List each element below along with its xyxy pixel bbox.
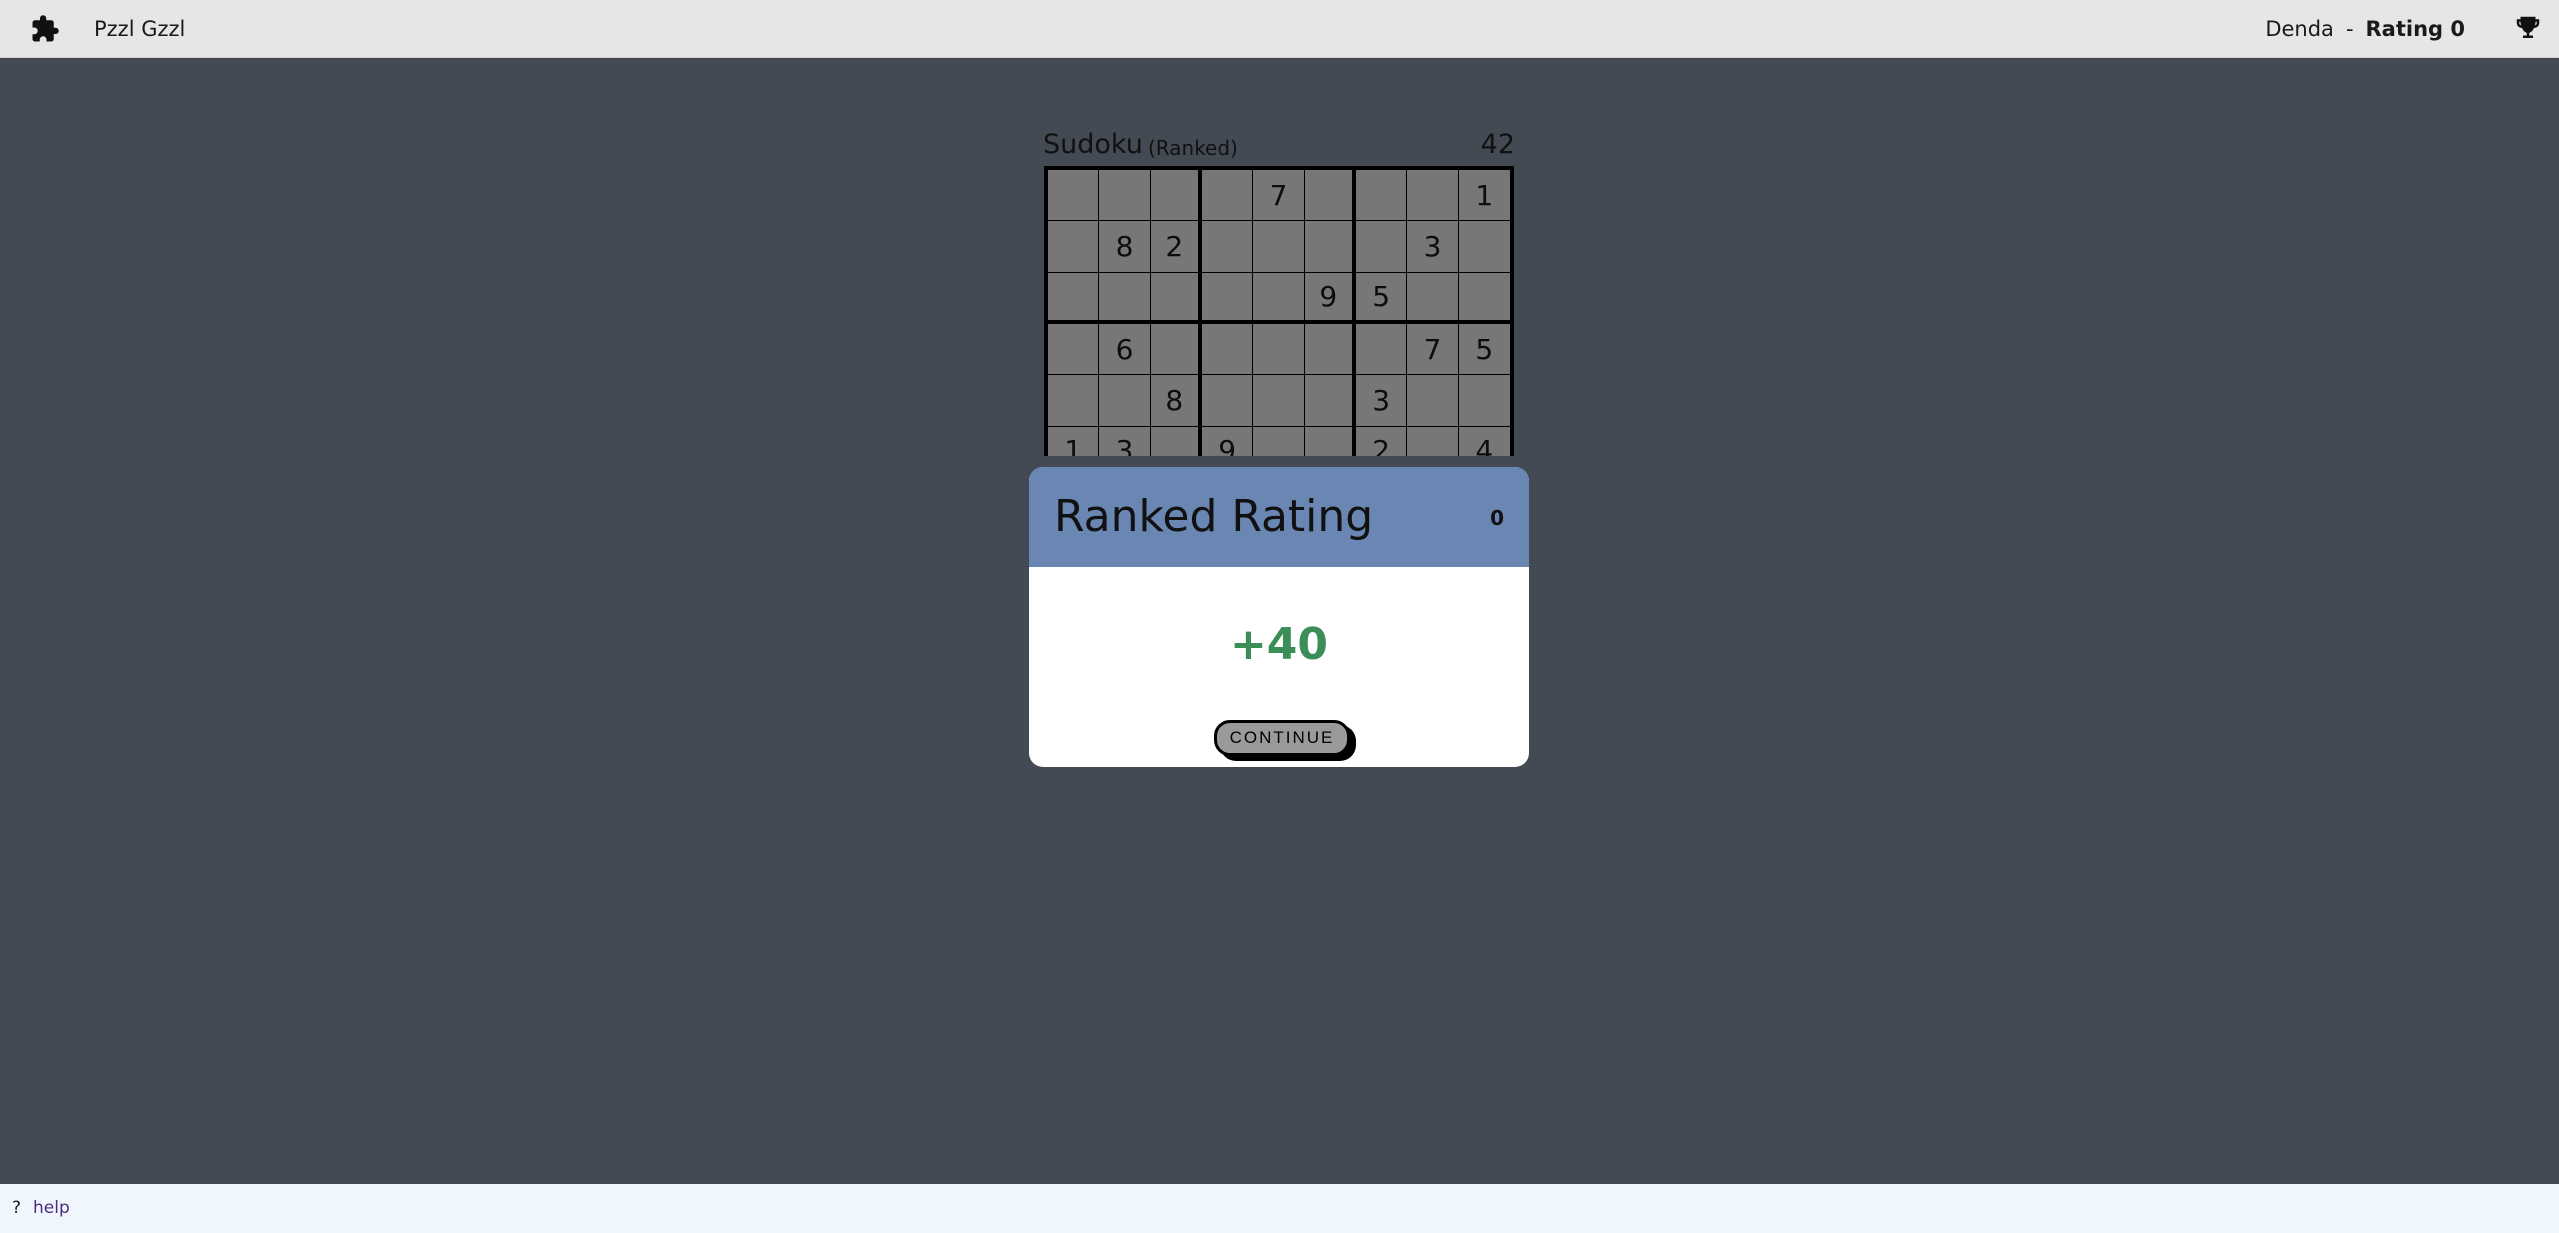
sudoku-cell[interactable]: 2: [1356, 426, 1408, 456]
sudoku-cell[interactable]: [1355, 221, 1408, 273]
sudoku-cell[interactable]: [1304, 323, 1356, 376]
rating-delta: +40: [1229, 619, 1329, 670]
sudoku-cell[interactable]: [1048, 375, 1100, 427]
continue-button[interactable]: CONTINUE: [1214, 720, 1350, 756]
sudoku-cell[interactable]: [1099, 375, 1151, 427]
sudoku-cell[interactable]: [1201, 375, 1254, 427]
sudoku-board: 71823956758313924: [1044, 166, 1514, 456]
sudoku-cell[interactable]: 9: [1304, 272, 1356, 324]
sudoku-cell[interactable]: 9: [1202, 426, 1254, 456]
sudoku-cell[interactable]: 3: [1407, 221, 1459, 273]
puzzle-header: Sudoku (Ranked) 42: [1043, 127, 1515, 163]
trophy-icon[interactable]: [2513, 13, 2543, 43]
sudoku-cell[interactable]: [1150, 272, 1202, 324]
sudoku-cell[interactable]: [1201, 170, 1254, 222]
app-title[interactable]: Pzzl Gzzl: [94, 14, 185, 44]
user-info: Denda - Rating 0: [2265, 14, 2465, 44]
sudoku-cell[interactable]: [1304, 375, 1356, 427]
sudoku-cell[interactable]: 3: [1099, 426, 1151, 456]
sudoku-cell[interactable]: [1305, 426, 1356, 456]
sudoku-cell[interactable]: 1: [1048, 426, 1100, 456]
sudoku-cell[interactable]: 8: [1099, 221, 1151, 273]
sudoku-cell[interactable]: [1201, 221, 1254, 273]
help-icon[interactable]: ?: [12, 1197, 21, 1219]
top-bar: Pzzl Gzzl Denda - Rating 0: [0, 0, 2559, 58]
sudoku-cell[interactable]: [1253, 272, 1305, 324]
sudoku-cell[interactable]: 6: [1099, 323, 1151, 376]
sudoku-cell[interactable]: [1253, 426, 1305, 456]
sudoku-cell[interactable]: [1407, 426, 1459, 456]
sudoku-cell[interactable]: [1150, 170, 1202, 222]
puzzle-name: Sudoku: [1043, 129, 1143, 160]
sudoku-cell[interactable]: [1048, 323, 1100, 376]
sudoku-cell[interactable]: [1099, 170, 1151, 222]
user-rating: Rating 0: [2365, 17, 2465, 41]
sudoku-cell[interactable]: [1253, 375, 1305, 427]
sudoku-cell[interactable]: 5: [1458, 324, 1510, 376]
sudoku-cell[interactable]: [1304, 221, 1356, 273]
sudoku-cell[interactable]: [1304, 170, 1356, 222]
sudoku-cell[interactable]: 1: [1458, 170, 1510, 222]
puzzle-number: 42: [1480, 129, 1515, 160]
ranked-rating-dialog: Ranked Rating 0 +40 CONTINUE: [1029, 467, 1529, 767]
sudoku-cell[interactable]: 8: [1150, 375, 1202, 427]
sudoku-cell[interactable]: 4: [1459, 427, 1510, 456]
sudoku-cell[interactable]: [1407, 170, 1459, 222]
sudoku-cell[interactable]: 3: [1355, 375, 1408, 427]
sudoku-cell[interactable]: 7: [1253, 170, 1305, 222]
sudoku-cell[interactable]: [1151, 426, 1202, 456]
sudoku-cell[interactable]: [1048, 272, 1100, 324]
sudoku-cell[interactable]: [1253, 323, 1305, 376]
dialog-title: Ranked Rating: [1054, 491, 1374, 542]
sudoku-cell[interactable]: [1355, 170, 1408, 222]
sudoku-cell[interactable]: [1099, 272, 1151, 324]
sudoku-cell[interactable]: [1048, 170, 1100, 222]
username[interactable]: Denda: [2265, 17, 2334, 41]
sudoku-cell[interactable]: [1355, 323, 1408, 376]
sudoku-cell[interactable]: [1407, 375, 1459, 427]
sudoku-cell[interactable]: [1201, 272, 1254, 324]
user-separator: -: [2345, 17, 2354, 41]
sudoku-cell[interactable]: [1458, 273, 1510, 324]
sudoku-cell[interactable]: [1150, 323, 1202, 376]
sudoku-cell[interactable]: [1201, 323, 1254, 376]
sudoku-cell[interactable]: [1458, 221, 1510, 273]
sudoku-cell[interactable]: 5: [1355, 272, 1408, 324]
sudoku-cell[interactable]: [1253, 221, 1305, 273]
sudoku-cell[interactable]: 2: [1150, 221, 1202, 273]
dialog-rating-value: 0: [1490, 506, 1504, 530]
sudoku-cell[interactable]: [1458, 375, 1510, 427]
sudoku-cell[interactable]: [1407, 272, 1459, 324]
puzzle-mode: (Ranked): [1148, 136, 1238, 160]
sudoku-cell[interactable]: [1048, 221, 1100, 273]
dialog-header: Ranked Rating 0: [1029, 467, 1529, 567]
sudoku-cell[interactable]: 7: [1407, 323, 1459, 376]
help-link[interactable]: help: [33, 1197, 70, 1219]
sudoku-grid: 71823956758313924: [1044, 166, 1514, 456]
puzzle-piece-icon[interactable]: [30, 14, 60, 44]
footer: ? help: [0, 1184, 2559, 1233]
